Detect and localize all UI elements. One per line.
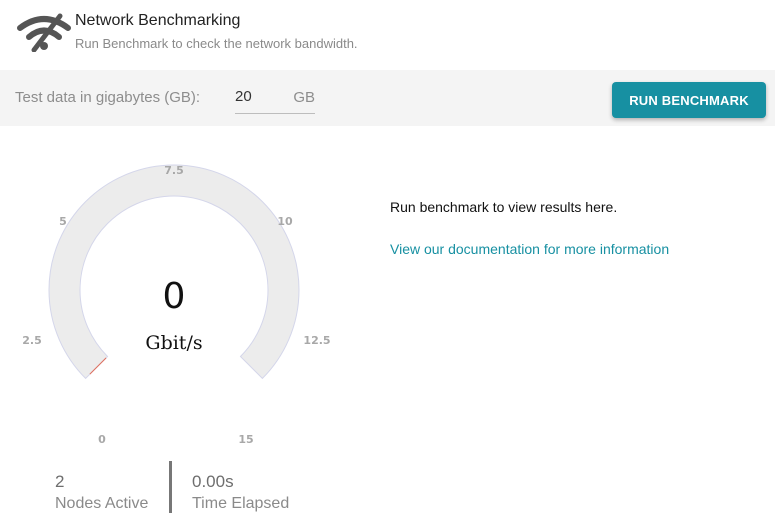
gauge-unit: Gbit/s: [145, 332, 202, 354]
gauge-tick-15: 15: [238, 433, 253, 446]
gauge-tick-10: 10: [277, 215, 293, 228]
test-data-label: Test data in gigabytes (GB):: [15, 89, 201, 106]
page-subtitle: Run Benchmark to check the network bandw…: [75, 36, 358, 51]
network-benchmark-page: Network Benchmarking Run Benchmark to ch…: [0, 0, 775, 522]
gauge-tick-7-5: 7.5: [164, 164, 184, 177]
test-data-field: GB: [235, 84, 315, 114]
page-title: Network Benchmarking: [75, 12, 241, 29]
documentation-link[interactable]: View our documentation for more informat…: [390, 241, 669, 257]
benchmark-stats: 2 Nodes Active 0.00s Time Elapsed: [0, 460, 360, 522]
gauge-tick-0: 0: [98, 433, 106, 446]
gauge-svg: 0 2.5 5 7.5 10 12.5 15 0 Gbit/s: [22, 164, 330, 446]
bandwidth-gauge: 0 2.5 5 7.5 10 12.5 15 0 Gbit/s: [0, 150, 360, 460]
gauge-tick-12-5: 12.5: [303, 334, 330, 347]
stats-divider: [169, 461, 172, 513]
time-elapsed-stat: 0.00s Time Elapsed: [192, 472, 289, 513]
benchmark-toolbar: Test data in gigabytes (GB): GB RUN BENC…: [0, 70, 775, 126]
gauge-value: 0: [163, 276, 186, 317]
gauge-tick-5: 5: [59, 215, 67, 228]
nodes-active-label: Nodes Active: [55, 495, 149, 512]
run-benchmark-button[interactable]: RUN BENCHMARK: [612, 82, 766, 118]
nodes-active-stat: 2 Nodes Active: [55, 472, 148, 513]
wifi-signal-icon: [17, 13, 71, 52]
nodes-active-value: 2: [55, 472, 65, 491]
time-elapsed-value: 0.00s: [192, 472, 234, 491]
time-elapsed-label: Time Elapsed: [192, 495, 290, 512]
header: Network Benchmarking Run Benchmark to ch…: [0, 0, 775, 70]
test-data-input[interactable]: [235, 88, 285, 105]
test-data-unit: GB: [293, 89, 315, 106]
gauge-tick-2-5: 2.5: [22, 334, 42, 347]
results-message: Run benchmark to view results here.: [390, 199, 618, 215]
